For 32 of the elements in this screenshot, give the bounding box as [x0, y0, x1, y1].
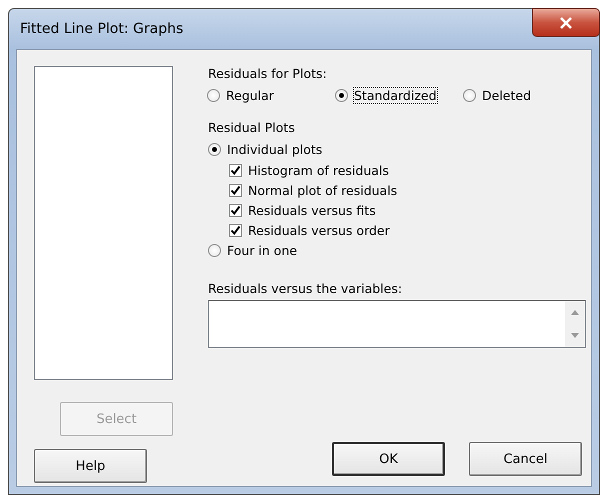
close-button[interactable]	[532, 8, 600, 37]
window-title: Fitted Line Plot: Graphs	[20, 21, 184, 37]
group-label: Residuals for Plots:	[208, 66, 328, 81]
radio-label[interactable]: Regular	[226, 88, 274, 103]
radio-label[interactable]: Deleted	[482, 88, 532, 103]
radio-button[interactable]	[207, 89, 220, 102]
radio-label[interactable]: Four in one	[227, 243, 298, 258]
radio-label[interactable]: Standardized	[354, 88, 437, 103]
scrollbar[interactable]	[565, 301, 585, 347]
ok-button[interactable]: OK	[332, 442, 445, 476]
variables-field[interactable]	[208, 300, 586, 348]
field-label: Residuals versus the variables:	[208, 281, 404, 296]
scroll-down-icon	[571, 333, 579, 338]
checkbox-label[interactable]: Residuals versus order	[248, 222, 390, 238]
radio-button[interactable]	[208, 143, 221, 156]
checkbox[interactable]	[229, 224, 242, 236]
radio-button[interactable]	[335, 89, 348, 102]
help-button[interactable]: Help	[34, 449, 147, 483]
checkbox-label[interactable]: Histogram of residuals	[248, 162, 389, 178]
checkbox[interactable]	[229, 204, 242, 216]
scroll-up-icon	[571, 310, 579, 315]
checkbox-label[interactable]: Normal plot of residuals	[248, 182, 398, 198]
checkbox[interactable]	[229, 164, 242, 176]
checkbox-label[interactable]: Residuals versus fits	[248, 202, 376, 218]
radio-button[interactable]	[208, 244, 221, 257]
radio-label[interactable]: Individual plots	[227, 142, 322, 157]
group-label: Residual Plots	[208, 120, 296, 135]
close-icon	[559, 16, 573, 28]
variable-list[interactable]	[34, 66, 173, 380]
cancel-button[interactable]: Cancel	[469, 442, 582, 476]
radio-button[interactable]	[463, 89, 476, 102]
checkbox[interactable]	[229, 184, 242, 196]
